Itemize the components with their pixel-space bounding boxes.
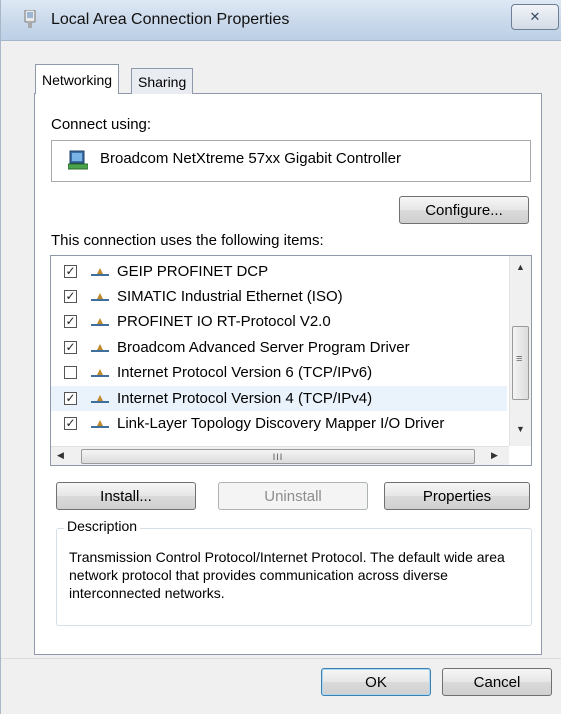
window-title: Local Area Connection Properties xyxy=(51,11,290,28)
tab-networking-label: Networking xyxy=(42,71,113,88)
protocol-icon xyxy=(91,394,109,403)
horizontal-grip-icon: III xyxy=(272,451,284,462)
description-text: Transmission Control Protocol/Internet P… xyxy=(69,549,505,601)
ok-button[interactable]: OK xyxy=(321,668,431,696)
items-list-content: ✓ GEIP PROFINET DCP ✓ SIMATIC Industrial Et… xyxy=(51,256,509,446)
item-checkbox[interactable]: ✓ xyxy=(64,290,77,303)
list-item[interactable]: ✓ Link-Layer Topology Discovery Mapper I/… xyxy=(51,411,507,436)
tab-sharing[interactable]: Sharing xyxy=(131,68,194,94)
network-adapter-icon xyxy=(24,10,36,28)
tab-networking[interactable]: Networking xyxy=(35,64,120,94)
cancel-button[interactable]: Cancel xyxy=(442,668,552,696)
item-checkbox[interactable] xyxy=(64,366,77,379)
vertical-scrollbar[interactable]: ▲ ≡ ▼ xyxy=(509,256,531,446)
protocol-icon xyxy=(91,267,109,276)
item-checkbox[interactable]: ✓ xyxy=(64,392,77,405)
item-checkbox[interactable]: ✓ xyxy=(64,341,77,354)
scroll-up-icon[interactable]: ▲ xyxy=(516,262,525,272)
item-label: SIMATIC Industrial Ethernet (ISO) xyxy=(117,288,343,305)
protocol-icon xyxy=(91,343,109,352)
scroll-right-icon[interactable]: ▶ xyxy=(491,450,498,461)
list-item[interactable]: ✓ Internet Protocol Version 4 (TCP/IPv4) xyxy=(51,386,507,411)
properties-button[interactable]: Properties xyxy=(384,482,530,510)
item-label: Internet Protocol Version 6 (TCP/IPv6) xyxy=(117,364,373,381)
scroll-left-icon[interactable]: ◀ xyxy=(57,450,64,461)
item-label: GEIP PROFINET DCP xyxy=(117,263,269,280)
protocol-icon xyxy=(91,317,109,326)
item-label: PROFINET IO RT-Protocol V2.0 xyxy=(117,313,331,330)
vertical-grip-icon: ≡ xyxy=(516,353,523,365)
list-item[interactable]: Internet Protocol Version 6 (TCP/IPv6) xyxy=(51,360,507,385)
title-bar[interactable]: Local Area Connection Properties ✕ xyxy=(1,0,561,41)
vertical-scroll-thumb[interactable]: ≡ xyxy=(512,326,529,400)
scroll-down-icon[interactable]: ▼ xyxy=(516,424,525,434)
list-item[interactable]: ✓ GEIP PROFINET DCP xyxy=(51,259,507,284)
uninstall-button[interactable]: Uninstall xyxy=(218,482,368,510)
list-item[interactable]: ✓ PROFINET IO RT-Protocol V2.0 xyxy=(51,309,507,334)
close-button[interactable]: ✕ xyxy=(511,4,559,30)
item-checkbox[interactable]: ✓ xyxy=(64,315,77,328)
item-checkbox[interactable]: ✓ xyxy=(64,265,77,278)
protocol-icon xyxy=(91,419,109,428)
item-label: Broadcom Advanced Server Program Driver xyxy=(117,339,410,356)
tab-sharing-label: Sharing xyxy=(138,73,187,90)
adapter-field: Broadcom NetXtreme 57xx Gigabit Controll… xyxy=(51,140,531,182)
footer-divider xyxy=(1,658,561,659)
install-button[interactable]: Install... xyxy=(56,482,196,510)
horizontal-scroll-thumb[interactable]: III xyxy=(81,449,475,464)
item-checkbox[interactable]: ✓ xyxy=(64,417,77,430)
network-card-icon xyxy=(68,150,88,170)
items-list[interactable]: ✓ GEIP PROFINET DCP ✓ SIMATIC Industrial Et… xyxy=(50,255,532,466)
protocol-icon xyxy=(91,368,109,377)
item-label: Link-Layer Topology Discovery Mapper I/O… xyxy=(117,415,445,432)
close-icon: ✕ xyxy=(529,9,541,24)
adapter-name: Broadcom NetXtreme 57xx Gigabit Controll… xyxy=(100,150,401,167)
list-item[interactable]: ✓ Broadcom Advanced Server Program Driver xyxy=(51,335,507,360)
configure-button[interactable]: Configure... xyxy=(399,196,529,224)
description-legend: Description xyxy=(64,518,141,534)
protocol-icon xyxy=(91,292,109,301)
item-label: Internet Protocol Version 4 (TCP/IPv4) xyxy=(117,390,373,407)
items-label: This connection uses the following items… xyxy=(51,232,324,249)
connect-using-label: Connect using: xyxy=(51,116,152,133)
properties-window: Local Area Connection Properties ✕ Netwo… xyxy=(0,0,561,714)
horizontal-scrollbar[interactable]: ◀ III ▶ xyxy=(51,446,509,465)
list-item[interactable]: ✓ SIMATIC Industrial Ethernet (ISO) xyxy=(51,284,507,309)
